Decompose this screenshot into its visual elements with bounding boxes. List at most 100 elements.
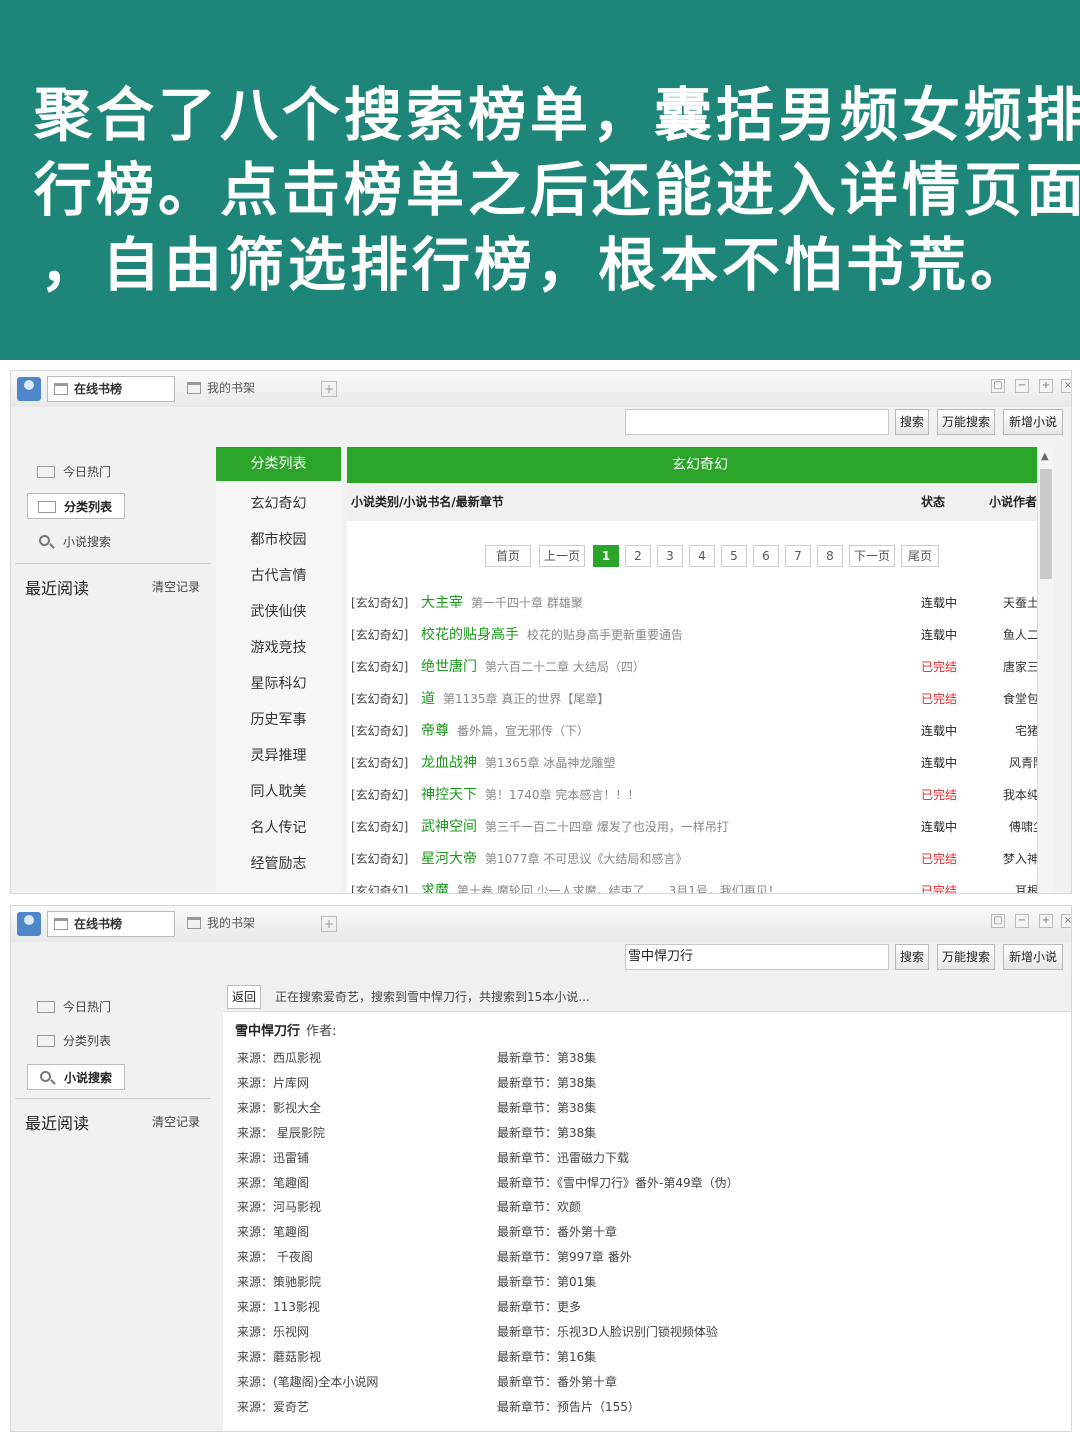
- avatar[interactable]: [17, 377, 41, 401]
- maximize-button[interactable]: +: [1039, 379, 1053, 393]
- book-title[interactable]: 武神空间: [421, 819, 477, 835]
- pagination-button[interactable]: 3: [657, 545, 683, 567]
- table-row[interactable]: [玄幻奇幻] 帝尊 番外篇，宣无邪传（下） 连载中 宅猪: [347, 717, 1053, 745]
- pagination-button[interactable]: 6: [753, 545, 779, 567]
- minimize-button[interactable]: −: [1015, 379, 1029, 393]
- latest-chapter[interactable]: 最新章节：第01集: [497, 1270, 596, 1295]
- nav-novel-search[interactable]: 小说搜索: [27, 529, 125, 555]
- category-item[interactable]: 名人传记: [216, 817, 341, 837]
- list-item[interactable]: 来源： 千夜阁 最新章节：第997章 番外: [237, 1245, 1057, 1270]
- book-title-link[interactable]: 神控天下 第！1740章 完本感言！！！: [421, 781, 639, 809]
- source-name[interactable]: 来源：笔趣阁: [237, 1220, 309, 1245]
- scrollbar[interactable]: ▲: [1037, 447, 1053, 893]
- tab-my-shelf[interactable]: 我的书架: [181, 911, 311, 937]
- list-item[interactable]: 来源：113影视 最新章节：更多: [237, 1295, 1057, 1320]
- list-item[interactable]: 来源：河马影视 最新章节：欢颜: [237, 1195, 1057, 1220]
- pagination-button[interactable]: 8: [817, 545, 843, 567]
- book-title[interactable]: 校花的贴身高手: [421, 627, 519, 643]
- category-item[interactable]: 灵异推理: [216, 745, 341, 765]
- book-title-link[interactable]: 帝尊 番外篇，宣无邪传（下）: [421, 717, 589, 745]
- book-title-link[interactable]: 星河大帝 第1077章 不可思议《大结局和感言》: [421, 845, 687, 873]
- tab-online-ranking[interactable]: 在线书榜: [47, 376, 175, 402]
- tab-online-ranking[interactable]: 在线书榜: [47, 911, 175, 937]
- category-item[interactable]: 同人耽美: [216, 781, 341, 801]
- universal-search-button[interactable]: 万能搜索: [937, 409, 995, 435]
- list-item[interactable]: 来源：笔趣阁 最新章节：《雪中悍刀行》番外-第49章（伪）: [237, 1171, 1057, 1196]
- latest-chapter[interactable]: 最新章节：迅雷磁力下载: [497, 1146, 629, 1171]
- latest-chapter[interactable]: 最新章节：第38集: [497, 1121, 596, 1146]
- book-title[interactable]: 道: [421, 691, 435, 707]
- category-item[interactable]: 游戏竞技: [216, 637, 341, 657]
- book-title-link[interactable]: 绝世唐门 第六百二十二章 大结局（四）: [421, 653, 645, 681]
- category-item[interactable]: 都市校园: [216, 529, 341, 549]
- search-input[interactable]: [625, 409, 889, 435]
- latest-chapter[interactable]: 最新章节：第38集: [497, 1096, 596, 1121]
- table-row[interactable]: [玄幻奇幻] 绝世唐门 第六百二十二章 大结局（四） 已完结 唐家三少: [347, 653, 1053, 681]
- book-title[interactable]: 神控天下: [421, 787, 477, 803]
- pagination-button[interactable]: 7: [785, 545, 811, 567]
- latest-chapter[interactable]: 最新章节：第16集: [497, 1345, 596, 1370]
- category-item[interactable]: 经管励志: [216, 853, 341, 873]
- latest-chapter[interactable]: 最新章节：预告片（155）: [497, 1395, 640, 1420]
- new-tab-button[interactable]: +: [321, 916, 337, 932]
- latest-chapter[interactable]: 最新章节：第38集: [497, 1071, 596, 1096]
- latest-chapter[interactable]: 第1365章 冰晶神龙雕塑: [485, 756, 615, 770]
- latest-chapter[interactable]: 第一千四十章 群雄聚: [471, 596, 583, 610]
- latest-chapter[interactable]: 最新章节：番外第十章: [497, 1370, 617, 1395]
- source-name[interactable]: 来源：片库网: [237, 1071, 309, 1096]
- universal-search-button[interactable]: 万能搜索: [937, 944, 995, 970]
- category-item[interactable]: 武侠仙侠: [216, 601, 341, 621]
- table-row[interactable]: [玄幻奇幻] 神控天下 第！1740章 完本感言！！！ 已完结 我本纯洁: [347, 781, 1053, 809]
- search-input[interactable]: 雪中悍刀行: [625, 944, 889, 970]
- source-name[interactable]: 来源：(笔趣阁)全本小说网: [237, 1370, 378, 1395]
- clear-history-link[interactable]: 清空记录: [152, 1113, 200, 1130]
- latest-chapter[interactable]: 校花的贴身高手更新重要通告: [527, 628, 683, 642]
- table-row[interactable]: [玄幻奇幻] 校花的贴身高手 校花的贴身高手更新重要通告 连载中 鱼人二代: [347, 621, 1053, 649]
- book-title-link[interactable]: 武神空间 第三千一百二十四章 爆发了也没用，一样吊打: [421, 813, 729, 841]
- latest-chapter[interactable]: 第十卷 魔轮回 少一人求魔，结束了……3月1号，我们再见！: [457, 884, 780, 893]
- source-name[interactable]: 来源：迅雷铺: [237, 1146, 309, 1171]
- table-row[interactable]: [玄幻奇幻] 道第1135章 真正的世界【尾章】 已完结 食堂包子: [347, 685, 1053, 713]
- search-button[interactable]: 搜索: [895, 409, 929, 435]
- list-item[interactable]: 来源：迅雷铺 最新章节：迅雷磁力下载: [237, 1146, 1057, 1171]
- book-title-link[interactable]: 龙血战神 第1365章 冰晶神龙雕塑: [421, 749, 615, 777]
- latest-chapter[interactable]: 第1135章 真正的世界【尾章】: [443, 692, 609, 706]
- pagination-button[interactable]: 首页: [485, 545, 531, 567]
- table-row[interactable]: [玄幻奇幻] 求魔 第十卷 魔轮回 少一人求魔，结束了……3月1号，我们再见！ 已完结…: [347, 877, 1053, 893]
- list-item[interactable]: 来源：片库网 最新章节：第38集: [237, 1071, 1057, 1096]
- list-item[interactable]: 来源：(笔趣阁)全本小说网 最新章节：番外第十章: [237, 1370, 1057, 1395]
- table-row[interactable]: [玄幻奇幻] 武神空间 第三千一百二十四章 爆发了也没用，一样吊打 连载中 傅啸尘: [347, 813, 1053, 841]
- latest-chapter[interactable]: 最新章节：乐视3D人脸识别门锁视频体验: [497, 1320, 718, 1345]
- book-title-link[interactable]: 校花的贴身高手 校花的贴身高手更新重要通告: [421, 621, 683, 649]
- pagination-button[interactable]: 下一页: [849, 545, 895, 567]
- list-item[interactable]: 来源：影视大全 最新章节：第38集: [237, 1096, 1057, 1121]
- list-item[interactable]: 来源：笔趣阁 最新章节：番外第十章: [237, 1220, 1057, 1245]
- close-button[interactable]: ×: [1061, 914, 1071, 928]
- book-title[interactable]: 星河大帝: [421, 851, 477, 867]
- source-name[interactable]: 来源： 星辰影院: [237, 1121, 325, 1146]
- nav-today-hot[interactable]: 今日热门: [27, 994, 125, 1020]
- latest-chapter[interactable]: 最新章节：第38集: [497, 1046, 596, 1071]
- back-button[interactable]: 返回: [227, 985, 261, 1009]
- latest-chapter[interactable]: 最新章节：《雪中悍刀行》番外-第49章（伪）: [497, 1171, 739, 1196]
- source-name[interactable]: 来源：爱奇艺: [237, 1395, 309, 1420]
- nav-category-list[interactable]: 分类列表: [27, 1028, 125, 1054]
- add-novel-button[interactable]: 新增小说: [1003, 409, 1063, 435]
- book-title-link[interactable]: 求魔 第十卷 魔轮回 少一人求魔，结束了……3月1号，我们再见！: [421, 877, 780, 893]
- category-item[interactable]: 星际科幻: [216, 673, 341, 693]
- pagination-button[interactable]: 尾页: [901, 545, 939, 567]
- latest-chapter[interactable]: 第！1740章 完本感言！！！: [485, 788, 639, 802]
- list-item[interactable]: 来源：乐视网 最新章节：乐视3D人脸识别门锁视频体验: [237, 1320, 1057, 1345]
- list-item[interactable]: 来源：蘑菇影视 最新章节：第16集: [237, 1345, 1057, 1370]
- book-title[interactable]: 求魔: [421, 883, 449, 893]
- latest-chapter[interactable]: 最新章节：更多: [497, 1295, 581, 1320]
- latest-chapter[interactable]: 第1077章 不可思议《大结局和感言》: [485, 852, 687, 866]
- pagination-button[interactable]: 4: [689, 545, 715, 567]
- nav-today-hot[interactable]: 今日热门: [27, 459, 125, 485]
- minimize-button[interactable]: −: [1015, 914, 1029, 928]
- source-name[interactable]: 来源：乐视网: [237, 1320, 309, 1345]
- close-button[interactable]: ×: [1061, 379, 1071, 393]
- new-tab-button[interactable]: +: [321, 381, 337, 397]
- source-name[interactable]: 来源：影视大全: [237, 1096, 321, 1121]
- latest-chapter[interactable]: 最新章节：番外第十章: [497, 1220, 617, 1245]
